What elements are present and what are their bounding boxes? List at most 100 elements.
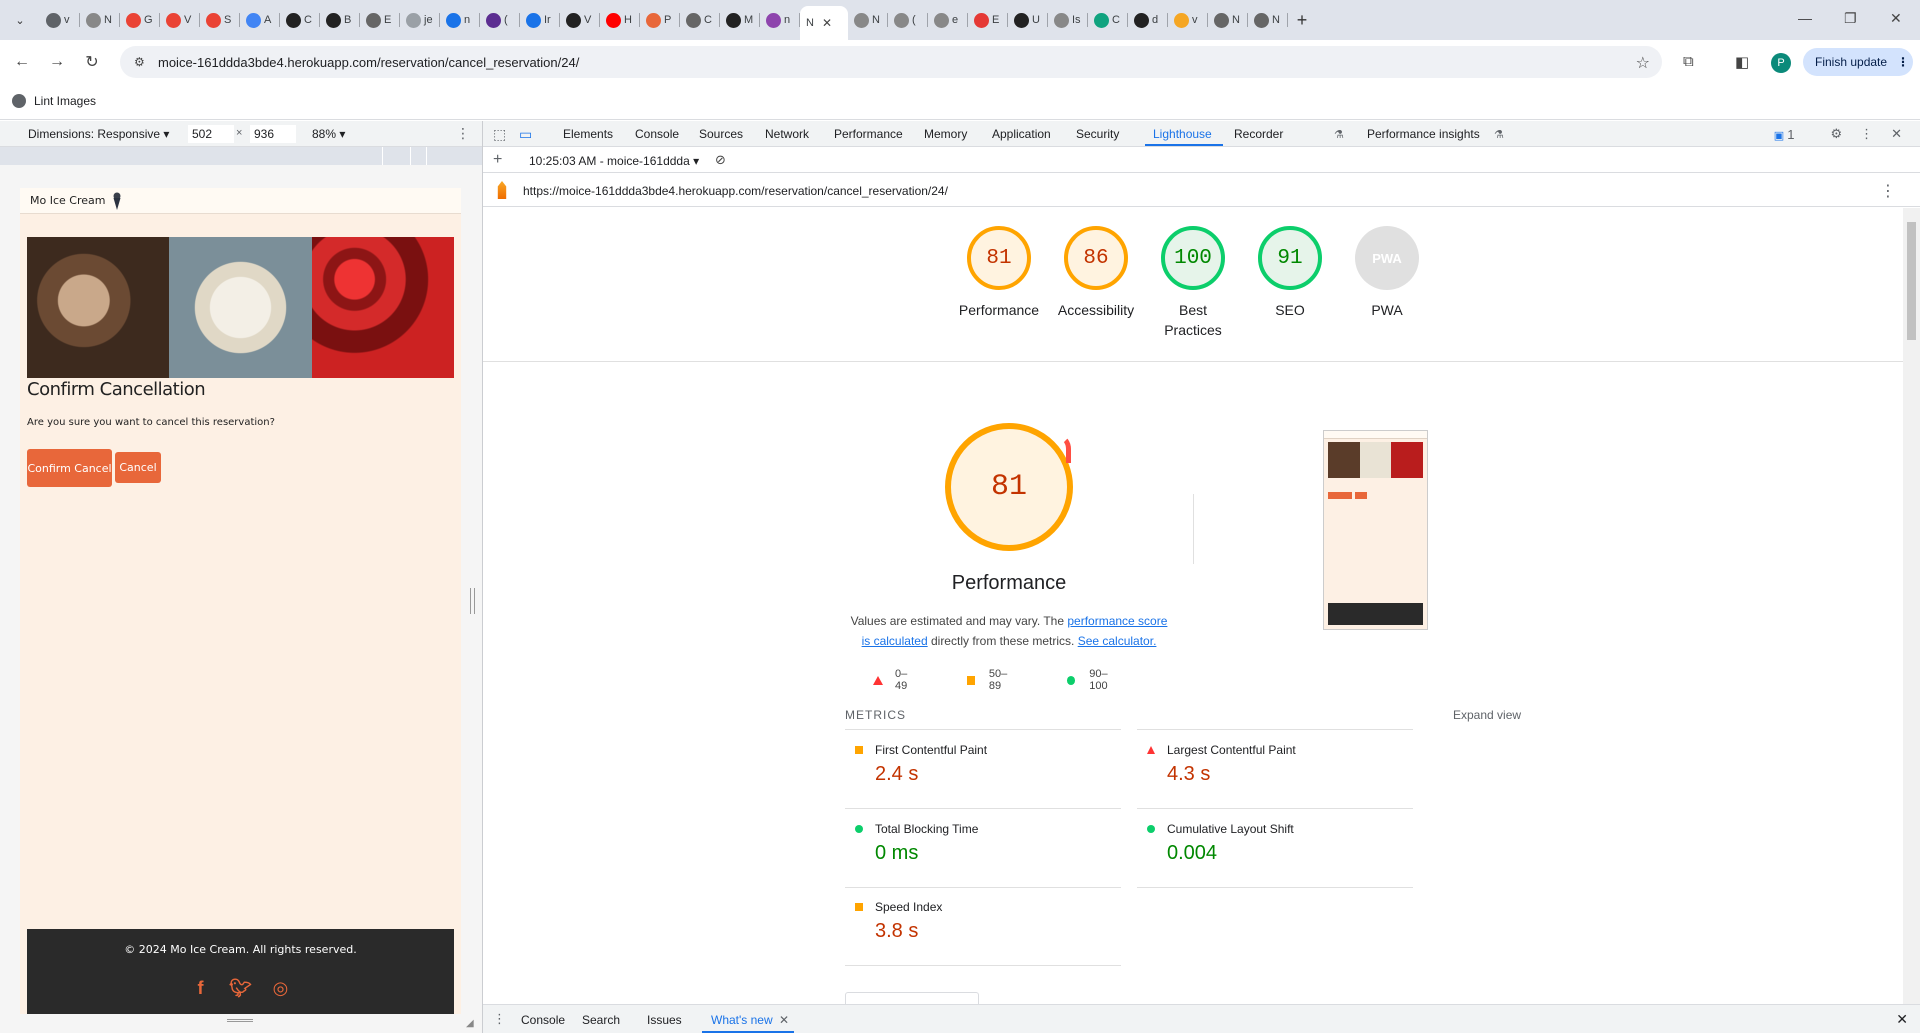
issues-badge[interactable]: ▣ 1 [1774,127,1813,142]
tab-security[interactable]: Security [1076,127,1119,141]
browser-tab[interactable]: P [640,6,680,34]
drawer-tab-console[interactable]: Console [521,1013,565,1027]
report-select[interactable]: 10:25:03 AM - moice-161ddda ▾ [529,154,699,168]
browser-tab[interactable]: N [1208,6,1248,34]
dimensions-select[interactable]: Dimensions: Responsive ▾ [28,127,169,141]
clear-icon[interactable]: ⊘ [715,152,726,168]
tab-recorder[interactable]: Recorder [1234,127,1283,141]
restore-button[interactable]: ❐ [1844,10,1857,27]
score-accessibility[interactable]: 86 Accessibility [1046,226,1146,320]
minimize-button[interactable]: — [1798,10,1812,26]
device-toggle-icon[interactable]: ▭ [519,126,532,143]
view-treemap-button[interactable] [845,992,979,1004]
report-scrollbar[interactable] [1903,208,1920,1004]
close-tab-icon[interactable]: ✕ [822,16,832,30]
browser-tab[interactable]: U [1008,6,1048,34]
browser-tab[interactable]: M [720,6,760,34]
zoom-select[interactable]: 88% ▾ [312,127,345,141]
tab-console[interactable]: Console [635,127,679,141]
browser-tab[interactable]: v [40,6,80,34]
bookmark-lint-images[interactable]: Lint Images [12,94,96,108]
profile-avatar[interactable]: P [1771,53,1791,73]
settings-gear-icon[interactable]: ⚙ [1830,126,1842,142]
browser-tab[interactable]: n [760,6,800,34]
drawer-tab-whats-new[interactable]: What's new [711,1013,773,1027]
browser-tab[interactable]: C [680,6,720,34]
browser-tab[interactable]: n [440,6,480,34]
drawer-tab-search[interactable]: Search [582,1013,620,1027]
close-devtools-icon[interactable]: ✕ [1891,126,1902,142]
browser-tab[interactable]: N [80,6,120,34]
browser-tab[interactable]: d [1128,6,1168,34]
side-panel-icon[interactable]: ◧ [1735,53,1749,71]
close-window-button[interactable]: ✕ [1890,10,1902,27]
media-query-ruler[interactable] [0,147,482,165]
tab-lighthouse[interactable]: Lighthouse [1153,127,1212,141]
facebook-icon[interactable]: f [190,977,212,999]
reload-button[interactable]: ↻ [82,52,102,72]
browser-tab[interactable]: Ir [520,6,560,34]
browser-tab[interactable]: E [360,6,400,34]
tab-performance-insights[interactable]: Performance insights [1367,127,1480,141]
score-seo[interactable]: 91 SEO [1240,226,1340,320]
expand-view-button[interactable]: Expand view [1453,708,1521,722]
browser-tab[interactable]: C [280,6,320,34]
browser-tab[interactable]: E [968,6,1008,34]
browser-tab[interactable]: Is [1048,6,1088,34]
browser-tab[interactable]: C [1088,6,1128,34]
browser-tab[interactable]: S [200,6,240,34]
new-report-icon[interactable]: + [493,151,502,169]
browser-tab[interactable]: N [1248,6,1288,34]
tab-network[interactable]: Network [765,127,809,141]
browser-tab[interactable]: v [1168,6,1208,34]
devtools-more-icon[interactable]: ⋮ [1860,126,1873,142]
browser-tab[interactable]: N [848,6,888,34]
instagram-icon[interactable]: ◎ [270,977,292,999]
tab-sources[interactable]: Sources [699,127,743,141]
twitter-icon[interactable]: 🐦︎ [229,977,252,999]
extensions-icon[interactable]: ⧉ [1683,53,1694,70]
tab-application[interactable]: Application [992,127,1051,141]
width-input[interactable]: 502 [188,125,234,143]
bookmark-star-icon[interactable]: ☆ [1636,53,1650,73]
browser-tab[interactable]: e [928,6,968,34]
browser-tab[interactable]: ( [888,6,928,34]
see-calculator-link[interactable]: See calculator. [1078,634,1157,648]
browser-tab-active[interactable]: N ✕ [800,6,848,40]
score-best-practices[interactable]: 100 Best Practices [1143,226,1243,340]
bottom-resize-handle[interactable] [227,1019,253,1022]
tab-elements[interactable]: Elements [563,127,613,141]
drawer-tab-issues[interactable]: Issues [647,1013,682,1027]
address-bar[interactable]: ⚙ moice-161ddda3bde4.herokuapp.com/reser… [120,46,1662,78]
browser-tab[interactable]: ( [480,6,520,34]
close-drawer-icon[interactable]: ✕ [1896,1011,1908,1028]
site-brand[interactable]: Mo Ice Cream [30,194,105,207]
score-pwa[interactable]: PWA PWA [1337,226,1437,320]
browser-tab[interactable]: je [400,6,440,34]
tab-search-button[interactable]: ⌄ [8,8,32,32]
site-info-icon[interactable]: ⚙ [134,55,148,69]
close-whats-new-icon[interactable]: ✕ [779,1013,789,1027]
cancel-button[interactable]: Cancel [115,452,161,483]
finish-update-button[interactable]: Finish update ⋮ [1803,48,1913,76]
browser-tab[interactable]: V [560,6,600,34]
browser-tab[interactable]: G [120,6,160,34]
height-input[interactable]: 936 [250,125,296,143]
tab-memory[interactable]: Memory [924,127,967,141]
device-more-icon[interactable]: ⋮ [456,125,470,142]
confirm-cancel-button[interactable]: Confirm Cancel [27,449,112,487]
report-url[interactable]: https://moice-161ddda3bde4.herokuapp.com… [523,184,948,198]
back-button[interactable]: ← [12,52,32,72]
corner-resize-handle[interactable]: ◢ [466,1018,478,1030]
drawer-more-icon[interactable]: ⋮ [493,1011,506,1027]
score-performance[interactable]: 81 Performance [949,226,1049,320]
browser-tab[interactable]: A [240,6,280,34]
browser-tab[interactable]: B [320,6,360,34]
address-url[interactable]: moice-161ddda3bde4.herokuapp.com/reserva… [158,55,579,70]
inspect-element-icon[interactable]: ⬚ [493,126,506,143]
right-resize-handle[interactable] [470,588,475,614]
browser-tab[interactable]: V [160,6,200,34]
forward-button[interactable]: → [47,52,67,72]
new-tab-button[interactable]: + [1288,6,1316,34]
browser-tab[interactable]: H [600,6,640,34]
